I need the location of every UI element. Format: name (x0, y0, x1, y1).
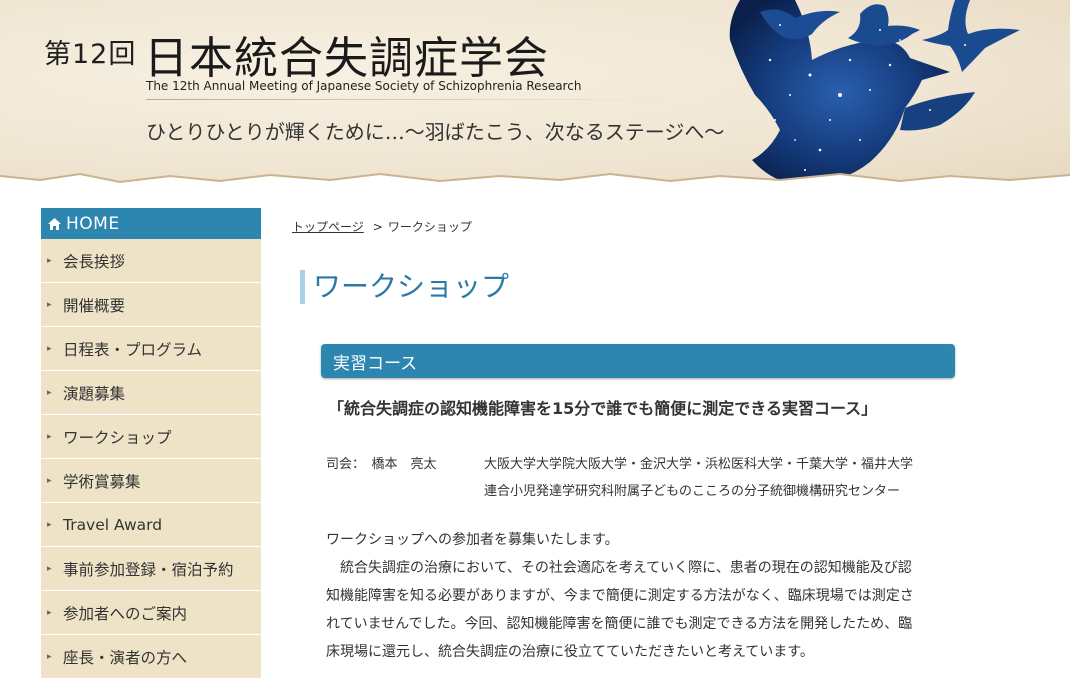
sidebar-item-travel-award[interactable]: ▸ Travel Award (41, 503, 261, 547)
body-line: 床現場に還元し、統合失調症の治療に役立てていただきたいと考えています。 (326, 644, 814, 660)
breadcrumb-separator: > (372, 220, 383, 234)
site-header: 第12回 日本統合失調症学会 The 12th Annual Meeting o… (0, 0, 1070, 190)
site-subtitle-en: The 12th Annual Meeting of Japanese Soci… (146, 79, 582, 93)
meeting-number: 第12回 (44, 39, 137, 70)
sidebar-item-label: 演題募集 (63, 384, 126, 403)
sidebar-item-label: 開催概要 (63, 296, 126, 315)
chevron-right-icon: ▸ (47, 299, 52, 310)
chair-name: 司会： 橋本 亮太 (326, 457, 437, 472)
site-title[interactable]: 日本統合失調症学会 (144, 22, 549, 86)
intro-text: ワークショップへの参加者を募集いたします。 (326, 532, 619, 548)
sidebar-nav: HOME ▸ 会長挨拶 ▸ 開催概要 ▸ 日程表・プログラム ▸ 演題募集 ▸ … (41, 208, 261, 689)
page-title: ワークショップ (300, 270, 509, 304)
chevron-right-icon: ▸ (47, 431, 52, 442)
sidebar-item-participant-info[interactable]: ▸ 参加者へのご案内 (41, 591, 261, 635)
sidebar-item-program[interactable]: ▸ 日程表・プログラム (41, 327, 261, 371)
sidebar-item-workshop[interactable]: ▸ ワークショップ (41, 415, 261, 459)
sidebar-item-greeting[interactable]: ▸ 会長挨拶 (41, 239, 261, 283)
torn-paper-edge (0, 172, 1070, 190)
sidebar-item-label: 会長挨拶 (63, 252, 126, 271)
sidebar-item-abstracts[interactable]: ▸ 演題募集 (41, 371, 261, 415)
chevron-right-icon: ▸ (47, 255, 52, 266)
sidebar-item-label: HOME (66, 213, 120, 234)
sidebar-item-label: ワークショップ (63, 428, 172, 447)
body-line: 統合失調症の治療において、その社会適応を考えていく際に、患者の現在の認知機能及び… (340, 560, 912, 576)
house-icon (47, 217, 62, 231)
header-divider (146, 99, 668, 100)
chevron-right-icon: ▸ (47, 651, 52, 662)
sidebar-item-chairs-speakers[interactable]: ▸ 座長・演者の方へ (41, 635, 261, 679)
sidebar-item-label: 参加者へのご案内 (63, 604, 188, 623)
course-title: 「統合失調症の認知機能障害を15分で誰でも簡便に測定できる実習コース」 (328, 399, 878, 418)
sidebar-item-label: 座長・演者の方へ (63, 648, 188, 667)
sidebar-item-registration[interactable]: ▸ 事前参加登録・宿泊予約 (41, 547, 261, 591)
sidebar-item-label: 事前参加登録・宿泊予約 (63, 560, 234, 579)
breadcrumb-home-link[interactable]: トップページ (292, 220, 364, 234)
sidebar-item-label: 日程表・プログラム (63, 340, 203, 359)
sidebar-item-overview[interactable]: ▸ 開催概要 (41, 283, 261, 327)
chevron-right-icon: ▸ (47, 475, 52, 486)
chevron-right-icon: ▸ (47, 519, 52, 530)
chevron-right-icon: ▸ (47, 563, 52, 574)
chair-affiliation-line: 大阪大学大学院大阪大学・金沢大学・浜松医科大学・千葉大学・福井大学 (484, 457, 914, 472)
chair-affiliation-line: 連合小児発達学研究科附属子どものこころの分子統御機構研究センター (484, 484, 901, 499)
section-heading: 実習コース (321, 344, 955, 378)
chevron-right-icon: ▸ (47, 343, 52, 354)
site-tagline: ひとりひとりが輝くために…〜羽ばたこう、次なるステージへ〜 (146, 120, 725, 144)
chevron-right-icon: ▸ (47, 387, 52, 398)
chevron-right-icon: ▸ (47, 607, 52, 618)
breadcrumb-current: ワークショップ (387, 220, 472, 234)
sidebar-item-label: Travel Award (63, 515, 163, 534)
sidebar-item-home[interactable]: HOME (41, 208, 261, 239)
sidebar-item-academic-award[interactable]: ▸ 学術賞募集 (41, 459, 261, 503)
body-line: れていませんでした。今回、認知機能障害を簡便に誰でも測定できる方法を開発したため… (326, 616, 913, 632)
starry-birds-illustration (729, 0, 1020, 186)
sidebar-item-label: 学術賞募集 (63, 472, 141, 491)
body-line: 知機能障害を知る必要がありますが、今まで簡便に測定する方法がなく、臨床現場では測… (326, 588, 914, 604)
workshop-description: ワークショップへの参加者を募集いたします。 統合失調症の治療において、その社会適… (326, 526, 956, 666)
chair-affiliation: 大阪大学大学院大阪大学・金沢大学・浜松医科大学・千葉大学・福井大学 連合小児発達… (484, 451, 964, 505)
breadcrumb: トップページ > ワークショップ (292, 218, 472, 235)
